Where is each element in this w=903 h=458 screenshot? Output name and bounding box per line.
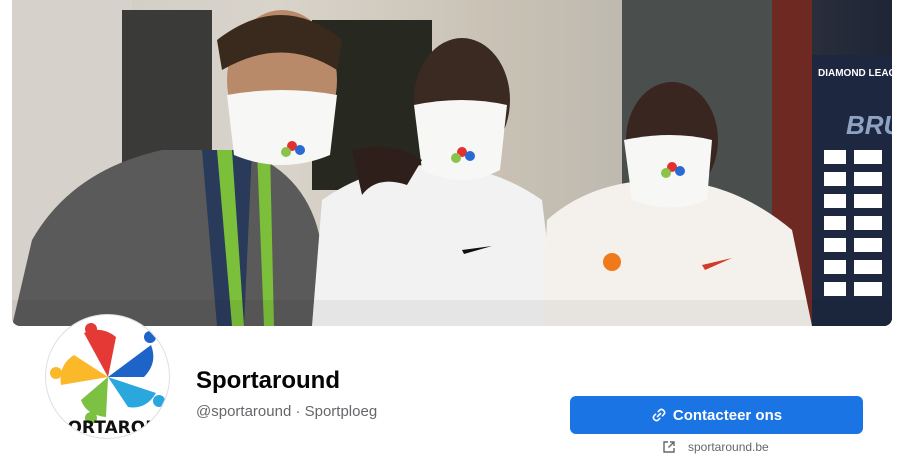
cover-photo-illustration: DIAMOND LEAGUE BRU — [12, 0, 892, 326]
contact-button[interactable]: Contacteer ons — [570, 396, 863, 434]
cover-photo[interactable]: DIAMOND LEAGUE BRU — [12, 0, 892, 326]
website-link[interactable]: sportaround.be — [662, 438, 769, 456]
link-icon — [651, 407, 667, 423]
sportaround-logo: SPORTAROUN — [46, 323, 170, 438]
page-handle-category: @sportaround · Sportploeg — [196, 403, 378, 420]
profile-avatar[interactable]: SPORTAROUN — [45, 314, 170, 439]
page-title: Sportaround — [196, 367, 340, 394]
sponsor-city-text: BRU — [846, 110, 892, 140]
avatar-logo-text: SPORTAROUN — [46, 418, 170, 438]
sponsor-board-text: DIAMOND LEAGUE — [818, 68, 892, 79]
contact-button-label: Contacteer ons — [672, 406, 783, 424]
external-link-icon — [662, 440, 676, 454]
website-label: sportaround.be — [688, 440, 769, 454]
